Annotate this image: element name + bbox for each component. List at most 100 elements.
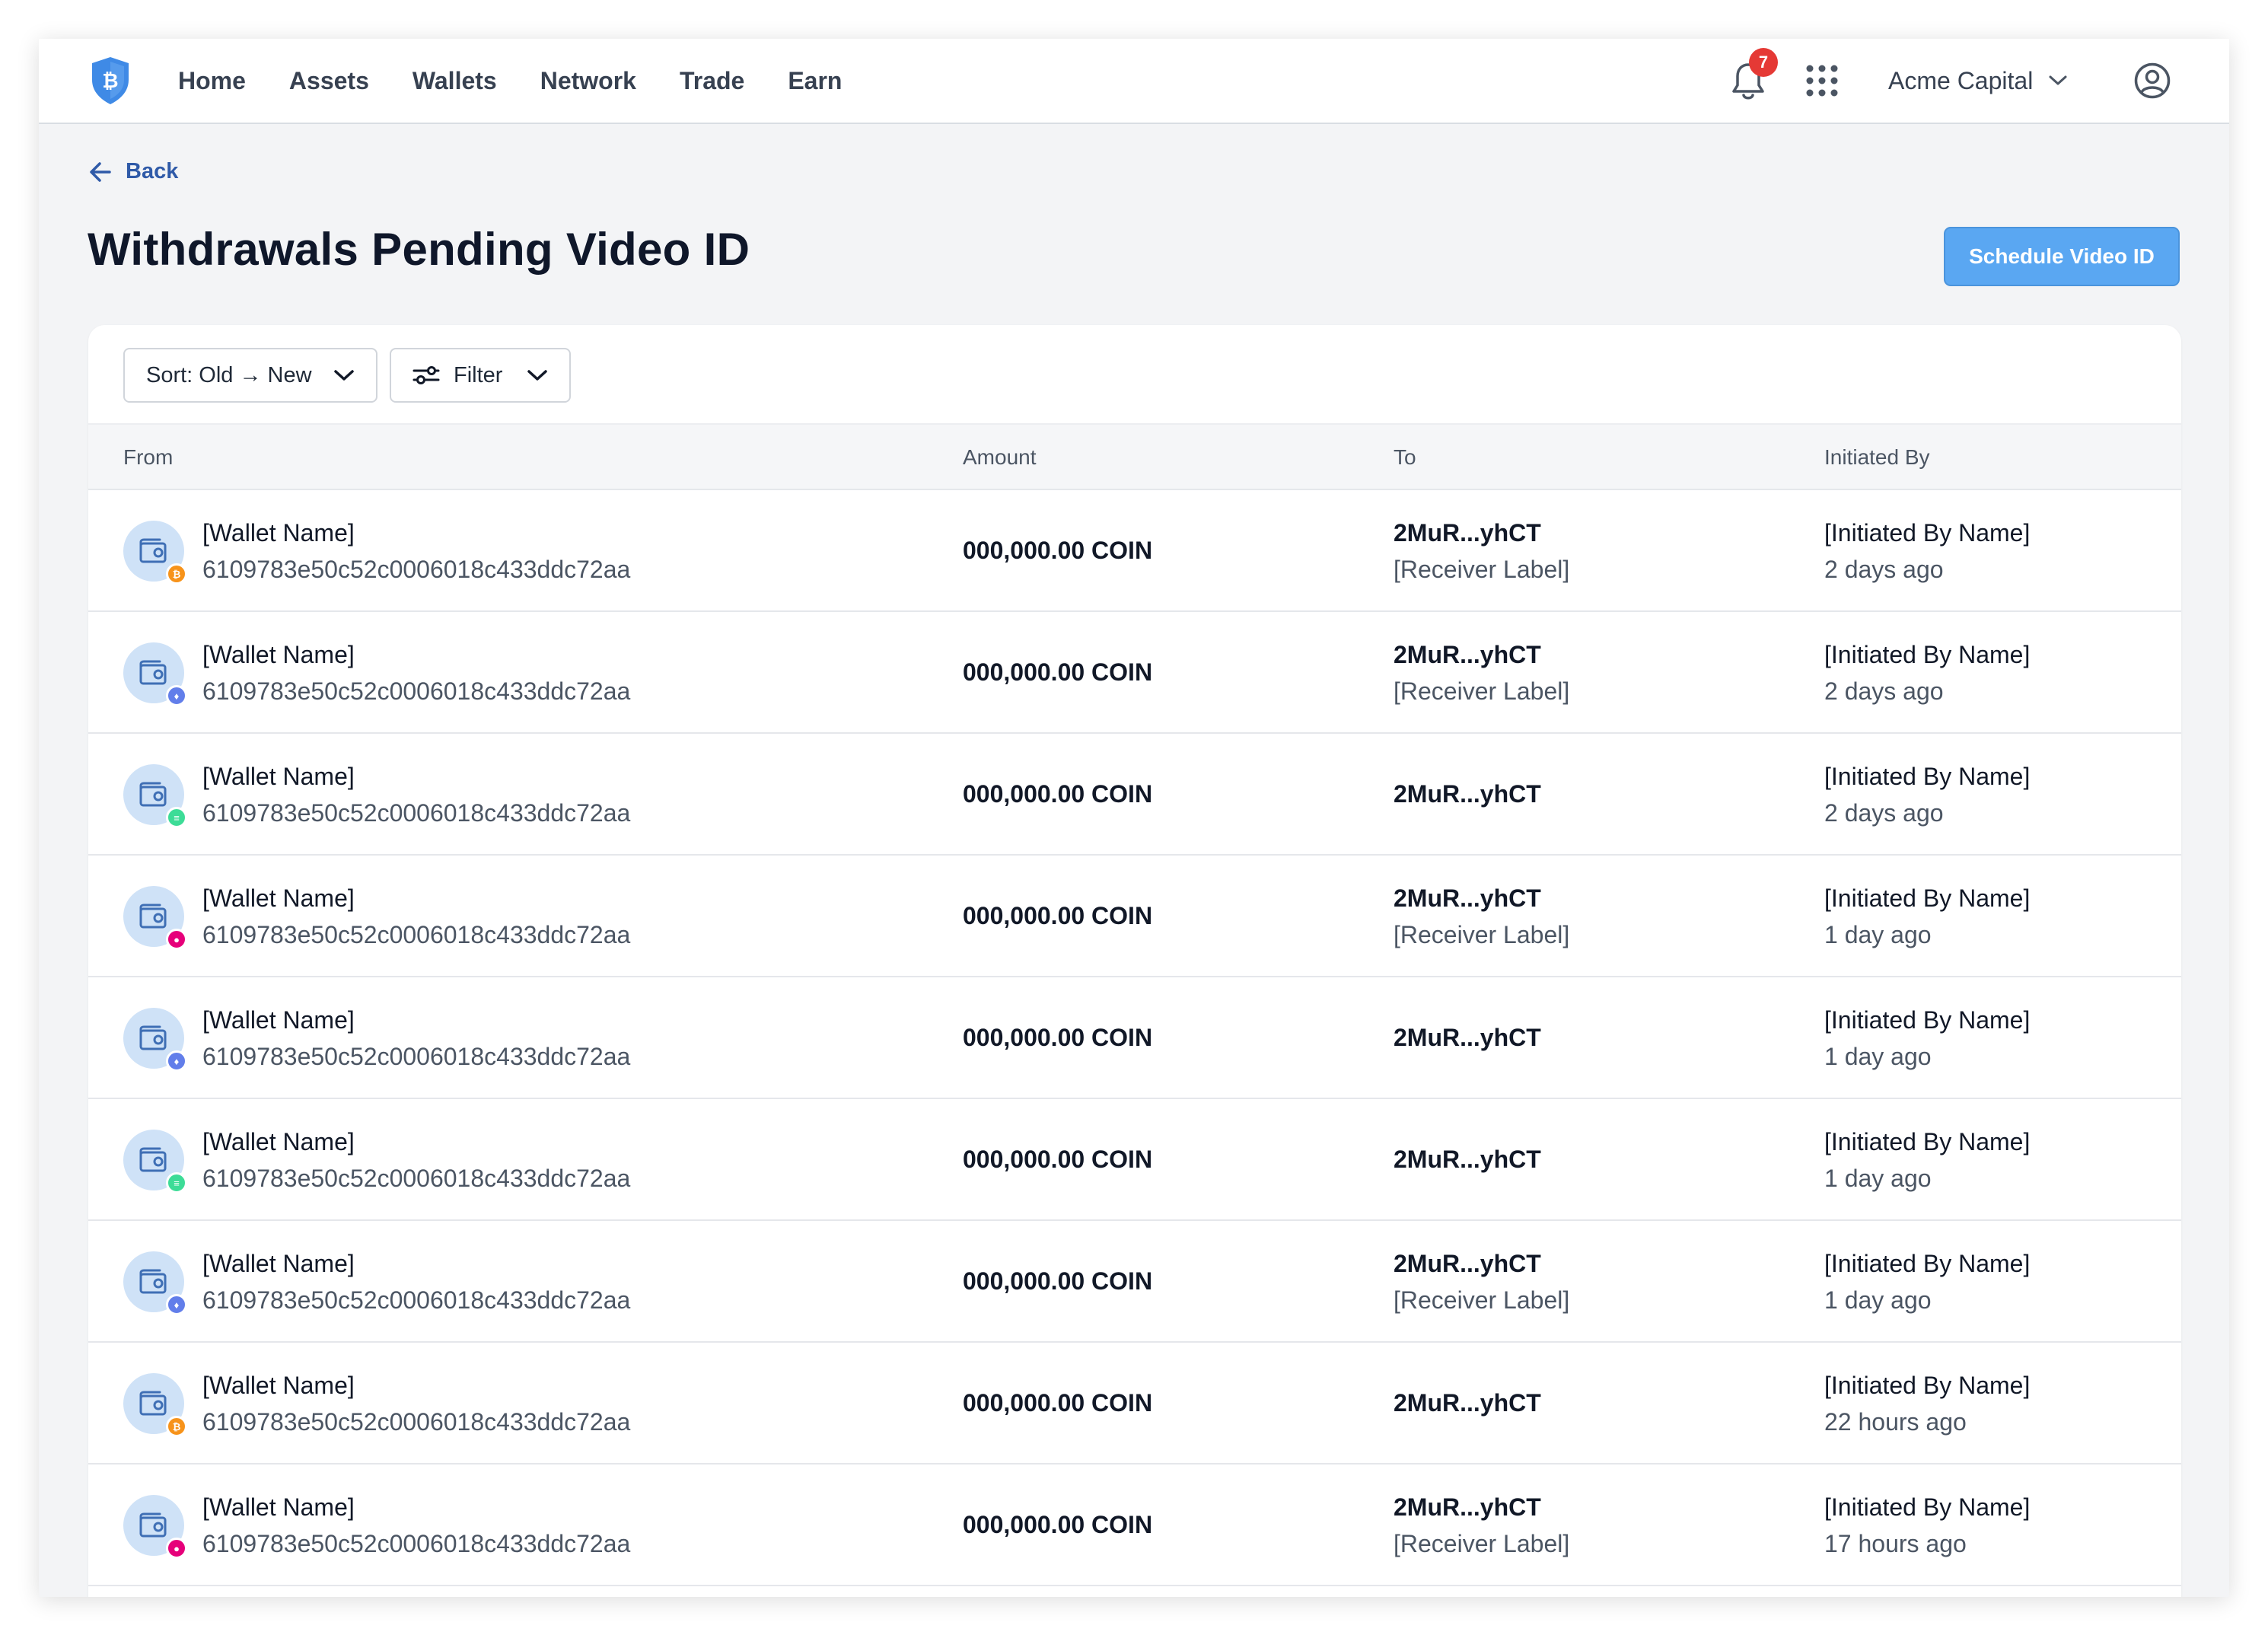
back-link[interactable]: Back [89,159,178,184]
table-row[interactable]: ♦ [Wallet Name] 6109783e50c52c0006018c433d… [88,1221,2181,1343]
eth-coin-icon: ♦ [166,1050,187,1072]
wallet-icon [139,660,167,685]
filter-label: Filter [454,362,503,387]
wallet-avatar: ≡ [123,1130,187,1194]
eth-coin-icon: ♦ [166,1294,187,1315]
receiver-label: [Receiver Label] [1394,556,1570,583]
initiated-by-cell: [Initiated By Name] 1 day ago [1824,1002,2030,1075]
table-row[interactable]: ♦ [Wallet Name] 6109783e50c52c0006018c433d… [88,977,2181,1099]
wallet-icon [139,904,167,929]
nav-network[interactable]: Network [540,67,636,95]
wallet-name[interactable]: [Wallet Name] [202,636,630,673]
sort-label: Sort: Old → New [146,362,312,387]
wallet-name[interactable]: [Wallet Name] [202,1002,630,1038]
table-row[interactable]: ≡ [Wallet Name] 6109783e50c52c0006018c433d… [88,734,2181,856]
to-cell: 2MuR...yhCT [Receiver Label] [1394,515,1569,588]
sort-dropdown[interactable]: Sort: Old → New [123,348,377,403]
withdrawals-table-card: Sort: Old → New Filter From Amount To In… [88,325,2181,1597]
receiver-address: 2MuR...yhCT [1394,780,1541,808]
amount-cell: 000,000.00 COIN [963,658,1153,686]
wallet-name[interactable]: [Wallet Name] [202,758,630,795]
top-navigation: ₿ Home Assets Wallets Network Trade Earn… [39,39,2229,124]
nav-trade[interactable]: Trade [680,67,744,95]
wallet-id: 6109783e50c52c0006018c433ddc72aa [202,1530,631,1557]
initiated-time: 1 day ago [1824,921,1932,948]
shield-bitcoin-icon[interactable]: ₿ [89,56,132,106]
to-cell: 2MuR...yhCT [Receiver Label] [1394,636,1569,709]
apps-grid-icon[interactable] [1805,64,1839,97]
from-cell: [Wallet Name] 6109783e50c52c0006018c433dd… [202,880,630,953]
from-cell: [Wallet Name] 6109783e50c52c0006018c433dd… [202,1123,630,1197]
wallet-id: 6109783e50c52c0006018c433ddc72aa [202,799,631,827]
table-body: ₿ [Wallet Name] 6109783e50c52c0006018c433d… [88,490,2181,1586]
initiated-time: 1 day ago [1824,1043,1932,1070]
column-header-initiated-by[interactable]: Initiated By [1824,425,1930,490]
nav-assets[interactable]: Assets [289,67,369,95]
wallet-avatar: ≡ [123,764,187,828]
table-row[interactable]: ₿ [Wallet Name] 6109783e50c52c0006018c433d… [88,490,2181,612]
wallet-avatar: ● [123,1495,187,1559]
wallet-id: 6109783e50c52c0006018c433ddc72aa [202,1165,631,1192]
initiated-by-cell: [Initiated By Name] 1 day ago [1824,1245,2030,1318]
receiver-address: 2MuR...yhCT [1394,519,1541,547]
back-label: Back [126,159,179,183]
btc-coin-icon: ₿ [166,1416,187,1437]
dot-coin-icon: ● [166,1538,187,1559]
column-header-from[interactable]: From [123,425,173,490]
wallet-id: 6109783e50c52c0006018c433ddc72aa [202,921,631,948]
column-header-to[interactable]: To [1394,425,1416,490]
page-title: Withdrawals Pending Video ID [88,224,750,275]
sol-coin-icon: ≡ [166,807,187,828]
table-row[interactable]: ♦ [Wallet Name] 6109783e50c52c0006018c433d… [88,612,2181,734]
user-circle-icon[interactable] [2133,62,2171,100]
wallet-name[interactable]: [Wallet Name] [202,1489,630,1525]
amount-cell: 000,000.00 COIN [963,902,1153,929]
from-cell: [Wallet Name] 6109783e50c52c0006018c433dd… [202,1245,630,1318]
schedule-video-id-button[interactable]: Schedule Video ID [1944,227,2180,286]
wallet-name[interactable]: [Wallet Name] [202,1245,630,1282]
wallet-id: 6109783e50c52c0006018c433ddc72aa [202,1286,631,1314]
table-row[interactable]: ₿ [Wallet Name] 6109783e50c52c0006018c433d… [88,1343,2181,1464]
wallet-name[interactable]: [Wallet Name] [202,1367,630,1404]
table-row[interactable]: ● [Wallet Name] 6109783e50c52c0006018c433d… [88,1464,2181,1586]
wallet-icon [139,538,167,563]
wallet-id: 6109783e50c52c0006018c433ddc72aa [202,556,631,583]
wallet-icon [139,1025,167,1050]
nav-earn[interactable]: Earn [788,67,842,95]
receiver-label: [Receiver Label] [1394,677,1570,705]
notification-badge: 7 [1749,48,1778,77]
initiated-time: 17 hours ago [1824,1530,1967,1557]
main-nav: Home Assets Wallets Network Trade Earn [178,39,885,123]
nav-home[interactable]: Home [178,67,246,95]
nav-wallets[interactable]: Wallets [413,67,497,95]
initiated-time: 1 day ago [1824,1165,1932,1192]
receiver-label: [Receiver Label] [1394,1286,1570,1314]
column-header-amount[interactable]: Amount [963,425,1037,490]
amount-cell: 000,000.00 COIN [963,1146,1153,1173]
receiver-address: 2MuR...yhCT [1394,1146,1541,1173]
initiator-name: [Initiated By Name] [1824,884,2031,912]
initiated-time: 2 days ago [1824,799,1944,827]
wallet-name[interactable]: [Wallet Name] [202,880,630,916]
wallet-avatar: ● [123,886,187,950]
initiator-name: [Initiated By Name] [1824,519,2031,547]
org-name: Acme Capital [1888,66,2034,94]
chevron-down-icon [2049,75,2067,85]
initiated-by-cell: [Initiated By Name] 1 day ago [1824,1123,2030,1197]
filter-dropdown[interactable]: Filter [390,348,571,403]
table-row[interactable]: ● [Wallet Name] 6109783e50c52c0006018c433d… [88,856,2181,977]
wallet-name[interactable]: [Wallet Name] [202,515,630,551]
wallet-icon [139,1269,167,1294]
org-switcher[interactable]: Acme Capital [1888,39,2068,123]
dot-coin-icon: ● [166,929,187,950]
table-row[interactable]: ≡ [Wallet Name] 6109783e50c52c0006018c433d… [88,1099,2181,1221]
wallet-icon [139,1391,167,1416]
initiated-by-cell: [Initiated By Name] 2 days ago [1824,636,2030,709]
to-cell: 2MuR...yhCT [1394,1099,1541,1219]
wallet-name[interactable]: [Wallet Name] [202,1123,630,1160]
wallet-id: 6109783e50c52c0006018c433ddc72aa [202,1408,631,1436]
initiator-name: [Initiated By Name] [1824,1372,2031,1399]
wallet-avatar: ♦ [123,1008,187,1072]
app-window: ₿ Home Assets Wallets Network Trade Earn… [39,39,2229,1597]
initiator-name: [Initiated By Name] [1824,1128,2031,1155]
